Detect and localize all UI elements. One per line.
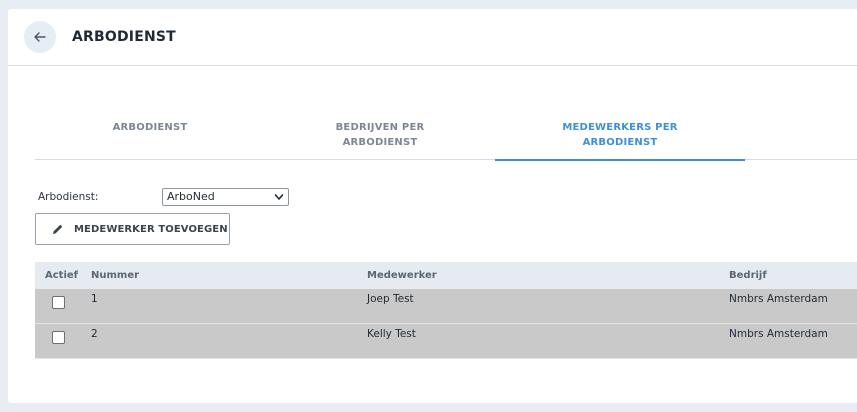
arbodienst-filter-label: Arbodienst:	[38, 191, 99, 203]
tab-label: MEDEWERKERS PER ARBODIENST	[562, 122, 678, 148]
actief-checkbox[interactable]	[52, 331, 65, 344]
column-header-actief[interactable]: Actief	[45, 270, 78, 281]
main-card: ARBODIENST ARBODIENST BEDRIJVEN PER ARBO…	[8, 9, 857, 403]
table-header: Actief Nummer Medewerker Bedrijf	[35, 262, 857, 289]
add-medewerker-label: MEDEWERKER TOEVOEGEN	[74, 223, 228, 235]
actief-checkbox[interactable]	[52, 296, 65, 309]
chevron-down-icon	[274, 194, 284, 200]
table-row[interactable]: 2 Kelly Test Nmbrs Amsterdam	[35, 324, 857, 359]
table-row[interactable]: 1 Joep Test Nmbrs Amsterdam	[35, 289, 857, 324]
column-header-medewerker[interactable]: Medewerker	[367, 270, 437, 281]
cell-bedrijf: Nmbrs Amsterdam	[729, 293, 828, 305]
cell-medewerker: Kelly Test	[367, 328, 416, 340]
arbodienst-select-value: ArboNed	[167, 190, 215, 203]
back-button[interactable]	[24, 21, 56, 53]
arrow-left-icon	[34, 32, 46, 42]
tab-label: BEDRIJVEN PER ARBODIENST	[335, 122, 425, 148]
tab-bar: ARBODIENST BEDRIJVEN PER ARBODIENST MEDE…	[35, 116, 857, 161]
column-header-bedrijf[interactable]: Bedrijf	[729, 270, 767, 281]
page-header: ARBODIENST	[8, 9, 857, 66]
tab-arbodienst[interactable]: ARBODIENST	[35, 116, 265, 160]
cell-bedrijf: Nmbrs Amsterdam	[729, 328, 828, 340]
tab-medewerkers-per-arbodienst[interactable]: MEDEWERKERS PER ARBODIENST	[495, 116, 745, 161]
tab-bedrijven-per-arbodienst[interactable]: BEDRIJVEN PER ARBODIENST	[265, 116, 495, 160]
pencil-icon	[53, 224, 63, 234]
tab-label: ARBODIENST	[112, 122, 188, 133]
medewerkers-table: Actief Nummer Medewerker Bedrijf 1 Joep …	[35, 262, 857, 359]
page-title: ARBODIENST	[72, 29, 176, 45]
cell-nummer: 2	[91, 328, 98, 340]
column-header-nummer[interactable]: Nummer	[91, 270, 139, 281]
cell-medewerker: Joep Test	[367, 293, 414, 305]
cell-nummer: 1	[91, 293, 98, 305]
add-medewerker-button[interactable]: MEDEWERKER TOEVOEGEN	[35, 213, 230, 245]
arbodienst-select[interactable]: ArboNed	[162, 188, 289, 206]
